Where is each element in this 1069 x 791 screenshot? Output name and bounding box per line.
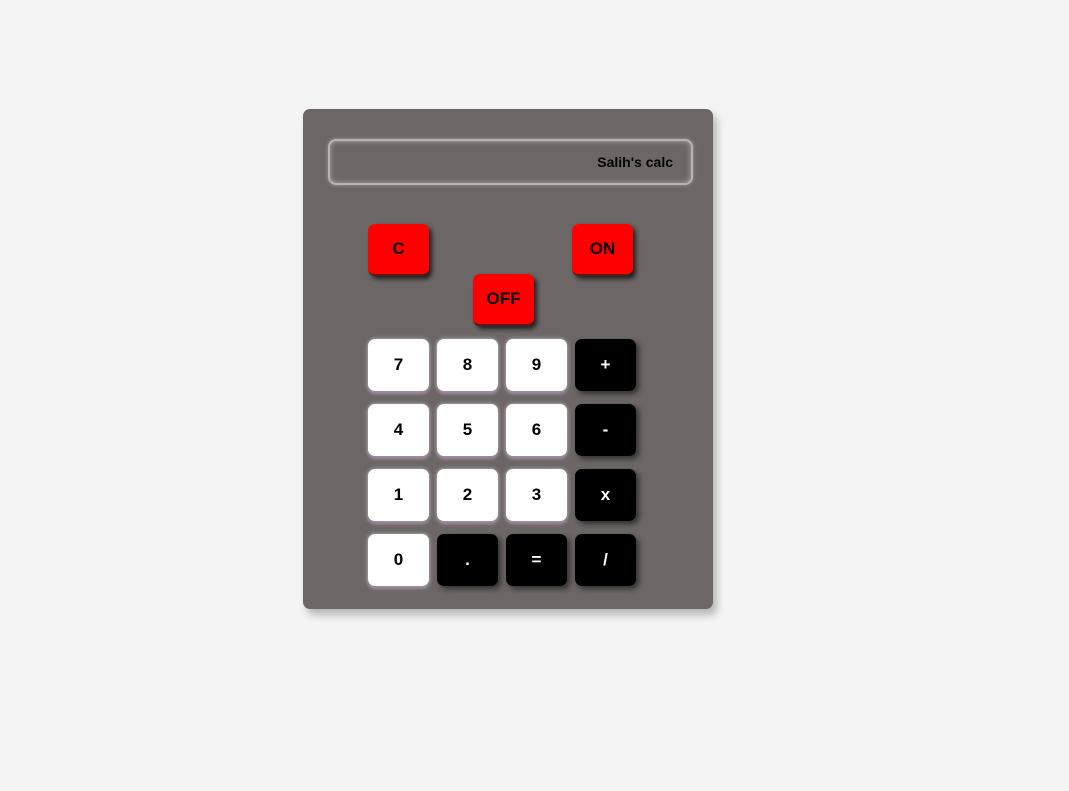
- plus-button[interactable]: +: [575, 339, 636, 391]
- equals-button[interactable]: =: [506, 534, 567, 586]
- key-0[interactable]: 0: [368, 534, 429, 586]
- minus-button[interactable]: -: [575, 404, 636, 456]
- decimal-button[interactable]: .: [437, 534, 498, 586]
- key-5[interactable]: 5: [437, 404, 498, 456]
- clear-button[interactable]: C: [368, 224, 429, 276]
- key-3[interactable]: 3: [506, 469, 567, 521]
- key-8[interactable]: 8: [437, 339, 498, 391]
- key-9[interactable]: 9: [506, 339, 567, 391]
- divide-button[interactable]: /: [575, 534, 636, 586]
- key-7[interactable]: 7: [368, 339, 429, 391]
- key-2[interactable]: 2: [437, 469, 498, 521]
- off-button[interactable]: OFF: [473, 274, 534, 326]
- key-6[interactable]: 6: [506, 404, 567, 456]
- on-button[interactable]: ON: [572, 224, 633, 276]
- key-1[interactable]: 1: [368, 469, 429, 521]
- calculator-body: Salih's calc C ON OFF 7 8 9 + 4 5 6 - 1 …: [303, 109, 713, 609]
- display-text: Salih's calc: [597, 154, 673, 170]
- calculator-display: Salih's calc: [328, 139, 693, 185]
- key-4[interactable]: 4: [368, 404, 429, 456]
- multiply-button[interactable]: x: [575, 469, 636, 521]
